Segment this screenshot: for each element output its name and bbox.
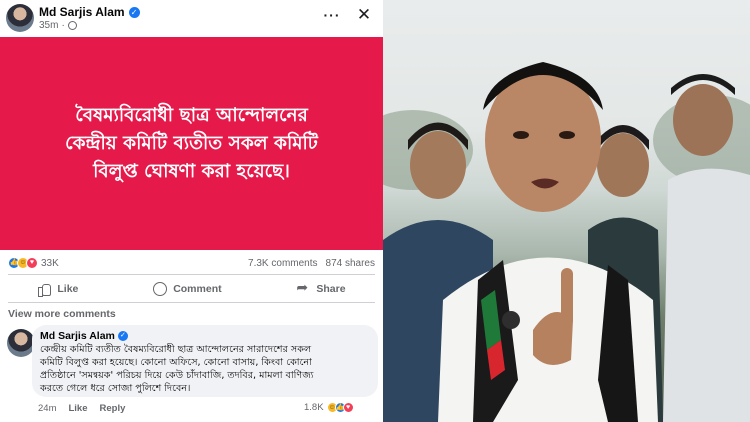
love-reaction-icon: ♥	[26, 257, 38, 269]
comment-like-button[interactable]: Like	[68, 403, 87, 414]
post-action-bar: Like Comment Share	[0, 278, 383, 300]
like-button[interactable]: Like	[23, 278, 92, 300]
post-card-line: বিলুপ্ত ঘোষণা করা হয়েছে।	[93, 160, 290, 182]
post-card-text: বৈষম্যবিরোধী ছাত্র আন্দোলনের কেন্দ্রীয় …	[22, 102, 362, 186]
comment-bubble: Md Sarjis Alam ✓ কেন্দ্রীয় কমিটি ব্যতীত…	[32, 325, 378, 397]
post-time[interactable]: 35m	[39, 20, 58, 31]
share-label: Share	[316, 283, 346, 295]
comment-time[interactable]: 24m	[38, 403, 56, 414]
post-card-line: কেন্দ্রীয় কমিটি ব্যতীত সকল কমিটি	[65, 132, 318, 154]
comment-button[interactable]: Comment	[139, 278, 235, 300]
comment-line: করতে গেলে ধরে সোজা পুলিশে দিবেন।	[40, 383, 191, 394]
facebook-post-panel: Md Sarjis Alam ✓ 35m · ··· ✕ বৈষম্যবিরোধ…	[0, 0, 383, 422]
post-header: Md Sarjis Alam ✓ 35m · ··· ✕	[0, 0, 383, 36]
post-text-card: বৈষম্যবিরোধী ছাত্র আন্দোলনের কেন্দ্রীয় …	[0, 37, 383, 250]
comment-meta-row: 24m Like Reply	[38, 403, 125, 414]
author-row: Md Sarjis Alam ✓	[39, 5, 140, 19]
comment-author-name[interactable]: Md Sarjis Alam	[40, 330, 115, 342]
post-stats-row: 👍 ☺ ♥ 33K 7.3K comments 874 shares	[0, 254, 383, 274]
comment-line: প্রতিষ্ঠানে 'সমন্বয়ক' পরিচয় দিয়ে কেউ …	[40, 370, 314, 381]
post-card-line: বৈষম্যবিরোধী ছাত্র আন্দোলনের	[75, 104, 308, 126]
reaction-count: 33K	[41, 257, 59, 269]
comment-author-row: Md Sarjis Alam ✓	[40, 330, 370, 342]
comment-label: Comment	[173, 283, 222, 295]
divider	[8, 274, 375, 275]
love-reaction-icon: ♥	[342, 402, 354, 413]
globe-icon	[67, 21, 77, 30]
share-count[interactable]: 874 shares	[326, 258, 375, 269]
comment-bubble-icon	[153, 282, 168, 296]
divider	[8, 302, 375, 303]
author-avatar[interactable]	[6, 4, 34, 32]
post-author-name[interactable]: Md Sarjis Alam	[39, 5, 125, 19]
comment-reaction-count: 1.8K	[304, 402, 324, 413]
thumbs-up-icon	[37, 282, 52, 297]
verified-badge-icon: ✓	[128, 6, 140, 18]
like-label: Like	[57, 283, 79, 295]
comment-line: কেন্দ্রীয় কমিটি ব্যতীত বৈষম্যবিরোধী ছাত…	[40, 344, 312, 355]
comment-line: কমিটি বিলুপ্ত করা হয়েছে। কোনো অফিসে, কো…	[40, 357, 312, 368]
comment-text: কেন্দ্রীয় কমিটি ব্যতীত বৈষম্যবিরোধী ছাত…	[40, 343, 370, 395]
verified-badge-icon: ✓	[117, 331, 128, 341]
news-photo	[383, 0, 750, 422]
more-options-icon[interactable]: ···	[322, 6, 342, 26]
stats-right: 7.3K comments 874 shares	[248, 258, 375, 269]
close-icon[interactable]: ✕	[354, 6, 374, 26]
comment-reaction-summary[interactable]: 1.8K ☺ 👍 ♥	[304, 402, 354, 413]
share-arrow-icon	[296, 279, 310, 296]
comment-reply-button[interactable]: Reply	[100, 403, 126, 414]
comment-count[interactable]: 7.3K comments	[248, 258, 317, 269]
post-time-row: 35m ·	[39, 20, 77, 31]
commenter-avatar[interactable]	[7, 329, 35, 357]
view-more-comments-link[interactable]: View more comments	[8, 308, 116, 320]
share-button[interactable]: Share	[282, 278, 359, 300]
photo-illustration	[383, 62, 750, 422]
reaction-summary[interactable]: 👍 ☺ ♥ 33K	[8, 257, 59, 269]
